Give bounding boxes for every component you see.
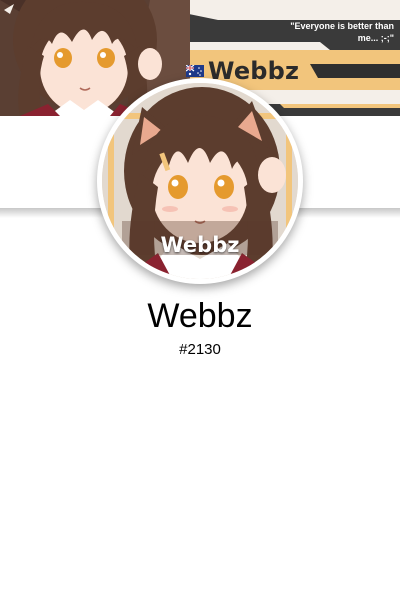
australia-flag-icon [186,65,204,77]
avatar-image: Webbz [102,83,298,279]
user-discriminator: #2130 [179,341,221,358]
banner-quote: "Everyone is better than me... ;-;" [290,21,394,43]
display-name: Webbz [147,297,253,335]
profile-avatar[interactable]: Webbz [97,78,303,284]
profile-page: "Everyone is better than me... ;-;" Webb… [0,0,400,600]
avatar-label: Webbz [160,233,240,257]
